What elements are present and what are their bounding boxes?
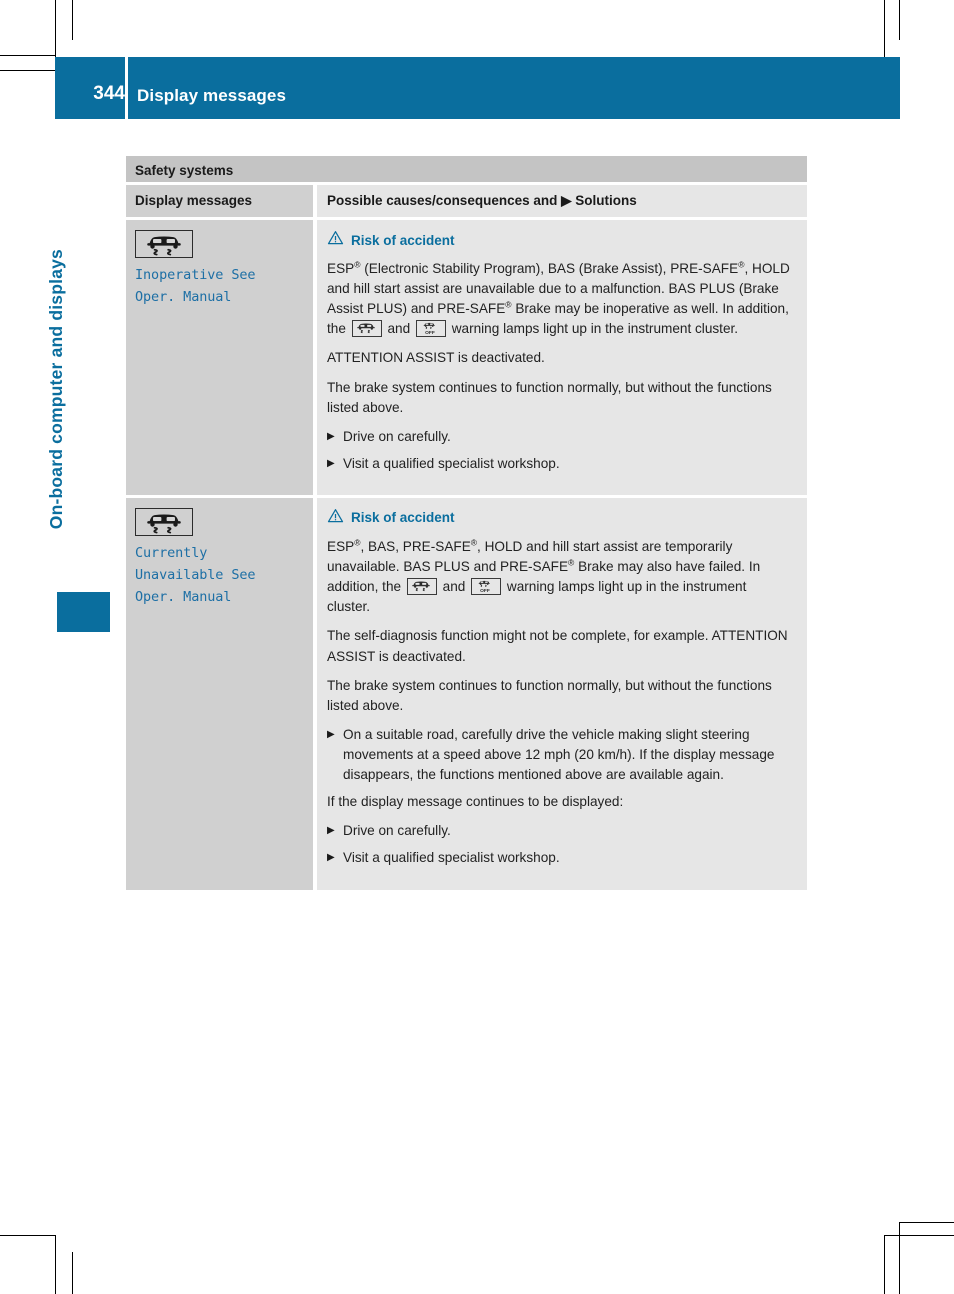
solution-bullet: Visit a qualified specialist workshop.	[327, 454, 793, 474]
registered-mark: ®	[470, 537, 478, 548]
esp-warning-lamp-icon	[406, 578, 437, 596]
crop-mark-top-left-horizontal-inner	[0, 70, 55, 71]
crop-mark-bottom-left-vertical-inner	[72, 1252, 73, 1294]
chapter-label: On-board computer and displays	[46, 249, 66, 530]
section-title: Safety systems	[126, 156, 807, 182]
crop-mark-bottom-right-vertical-inner	[884, 1235, 885, 1294]
display-messages-table: Safety systems Display messages Possible…	[126, 156, 807, 890]
crop-mark-top-left-horizontal-outer	[0, 55, 55, 56]
display-message-text: Inoperative See Oper. Manual	[135, 267, 256, 305]
crop-mark-top-left-vertical-inner	[72, 0, 73, 40]
display-message-cell: Currently Unavailable See Oper. Manual	[126, 497, 313, 890]
warning-title: Risk of accident	[351, 232, 455, 248]
cause-paragraph: ATTENTION ASSIST is deactivated.	[327, 350, 545, 366]
crop-mark-bottom-right-vertical-outer	[899, 1222, 900, 1294]
crop-mark-top-right-vertical-inner	[884, 0, 885, 57]
crop-mark-bottom-right-horizontal-inner	[884, 1235, 954, 1236]
chapter-tab-marker	[57, 592, 110, 632]
warning-triangle-icon	[327, 508, 344, 528]
page-number: 344	[93, 83, 125, 104]
esp-off-warning-lamp-icon: OFF	[471, 578, 502, 596]
crop-mark-top-left-vertical-outer	[55, 0, 56, 57]
crop-mark-top-right-vertical-outer	[899, 0, 900, 40]
causes-solutions-cell: Risk of accident ESP®, BAS, PRE-SAFE®, HO…	[317, 497, 807, 890]
header-divider	[125, 57, 128, 119]
crop-mark-bottom-right-horizontal-outer	[899, 1222, 954, 1223]
cause-paragraph: If the display message continues to be d…	[327, 794, 624, 810]
solution-bullet: Visit a qualified specialist workshop.	[327, 848, 793, 868]
registered-mark: ®	[354, 259, 361, 270]
table-column-header-row: Display messages Possible causes/consequ…	[126, 185, 807, 217]
esp-car-skid-icon	[135, 507, 193, 536]
cause-paragraph: ESP®, BAS, PRE-SAFE®, HOLD and hill star…	[327, 537, 761, 615]
registered-mark: ®	[738, 259, 745, 270]
table-row: Inoperative See Oper. Manual Risk of acci…	[126, 220, 807, 495]
table-row: Currently Unavailable See Oper. Manual Ri…	[126, 497, 807, 890]
warning-header: Risk of accident	[327, 508, 793, 528]
esp-off-warning-lamp-icon: OFF	[415, 320, 446, 338]
esp-warning-lamp-icon	[351, 320, 382, 338]
svg-text:OFF: OFF	[425, 330, 435, 335]
cause-paragraph: The self-diagnosis function might not be…	[327, 628, 788, 664]
svg-text:OFF: OFF	[480, 588, 490, 593]
crop-mark-bottom-left-vertical-outer	[55, 1235, 56, 1294]
solution-bullet: On a suitable road, carefully drive the …	[327, 725, 793, 785]
registered-mark: ®	[568, 557, 575, 568]
table-rows-host: Inoperative See Oper. Manual Risk of acci…	[126, 220, 807, 890]
page-title: Display messages	[137, 86, 287, 105]
page-header-bar: 344 Display messages	[55, 57, 900, 119]
warning-triangle-icon	[327, 230, 344, 250]
display-message-cell: Inoperative See Oper. Manual	[126, 220, 313, 495]
registered-mark: ®	[354, 537, 361, 548]
cause-paragraph: The brake system continues to function n…	[327, 677, 772, 713]
display-message-text: Currently Unavailable See Oper. Manual	[135, 544, 256, 605]
crop-mark-bottom-left-horizontal-outer	[0, 1235, 55, 1236]
cause-paragraph: ESP® (Electronic Stability Program), BAS…	[327, 259, 790, 338]
registered-mark: ®	[505, 299, 512, 310]
esp-car-skid-icon	[135, 230, 193, 258]
cause-paragraph: The brake system continues to function n…	[327, 379, 772, 415]
column-header-causes-solutions: Possible causes/consequences and ▶ Solut…	[317, 185, 807, 217]
solution-bullet: Drive on carefully.	[327, 427, 793, 447]
warning-header: Risk of accident	[327, 230, 793, 250]
solution-bullet: Drive on carefully.	[327, 821, 793, 841]
column-header-display-messages: Display messages	[126, 185, 313, 217]
warning-title: Risk of accident	[351, 510, 455, 526]
causes-solutions-cell: Risk of accident ESP® (Electronic Stabili…	[317, 220, 807, 495]
